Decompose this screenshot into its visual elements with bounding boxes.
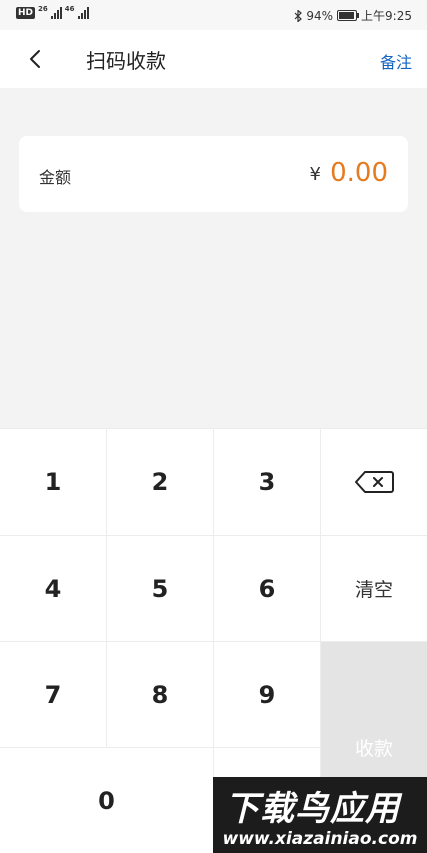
- currency-symbol: ¥: [309, 164, 321, 185]
- battery-fill: [339, 12, 355, 19]
- bluetooth-icon: [294, 9, 303, 22]
- status-right: 94% 上午9:25: [294, 7, 412, 24]
- key-7[interactable]: 7: [0, 641, 107, 747]
- key-1[interactable]: 1: [0, 428, 107, 535]
- clear-button[interactable]: 清空: [321, 535, 427, 641]
- back-arrow-icon[interactable]: [24, 47, 48, 71]
- note-button[interactable]: 备注: [380, 49, 412, 73]
- amount-card: 金额 ¥ 0.00: [19, 136, 408, 212]
- key-4[interactable]: 4: [0, 535, 107, 641]
- network-type-2: 46: [64, 5, 75, 13]
- key-0[interactable]: 0: [0, 747, 214, 853]
- key-3[interactable]: 3: [214, 428, 321, 535]
- signal-icon: [50, 7, 62, 19]
- amount-label: 金额: [39, 168, 72, 187]
- status-bar: HD 26 46 94% 上午9:25: [0, 0, 427, 30]
- header: 扫码收款 备注: [0, 30, 427, 88]
- backspace-icon: [355, 471, 394, 493]
- status-left: HD 26 46: [16, 5, 89, 19]
- key-8[interactable]: 8: [107, 641, 214, 747]
- backspace-button[interactable]: [321, 428, 427, 535]
- watermark-url: www.xiazainiao.com: [222, 829, 418, 849]
- network-type-1: 26: [38, 5, 48, 13]
- watermark-brand: 下载鸟应用: [225, 789, 400, 829]
- key-9[interactable]: 9: [214, 641, 321, 747]
- page-title: 扫码收款: [86, 49, 166, 73]
- key-6[interactable]: 6: [214, 535, 321, 641]
- signal-icon-2: [77, 7, 89, 19]
- battery-icon: [337, 10, 360, 21]
- key-5[interactable]: 5: [107, 535, 214, 641]
- clock: 上午9:25: [361, 9, 412, 23]
- amount-value: 0.00: [330, 158, 388, 188]
- hd-badge: HD: [16, 7, 36, 19]
- watermark: 下载鸟应用 www.xiazainiao.com: [213, 777, 427, 853]
- key-2[interactable]: 2: [107, 428, 214, 535]
- battery-percent: 94%: [306, 8, 334, 23]
